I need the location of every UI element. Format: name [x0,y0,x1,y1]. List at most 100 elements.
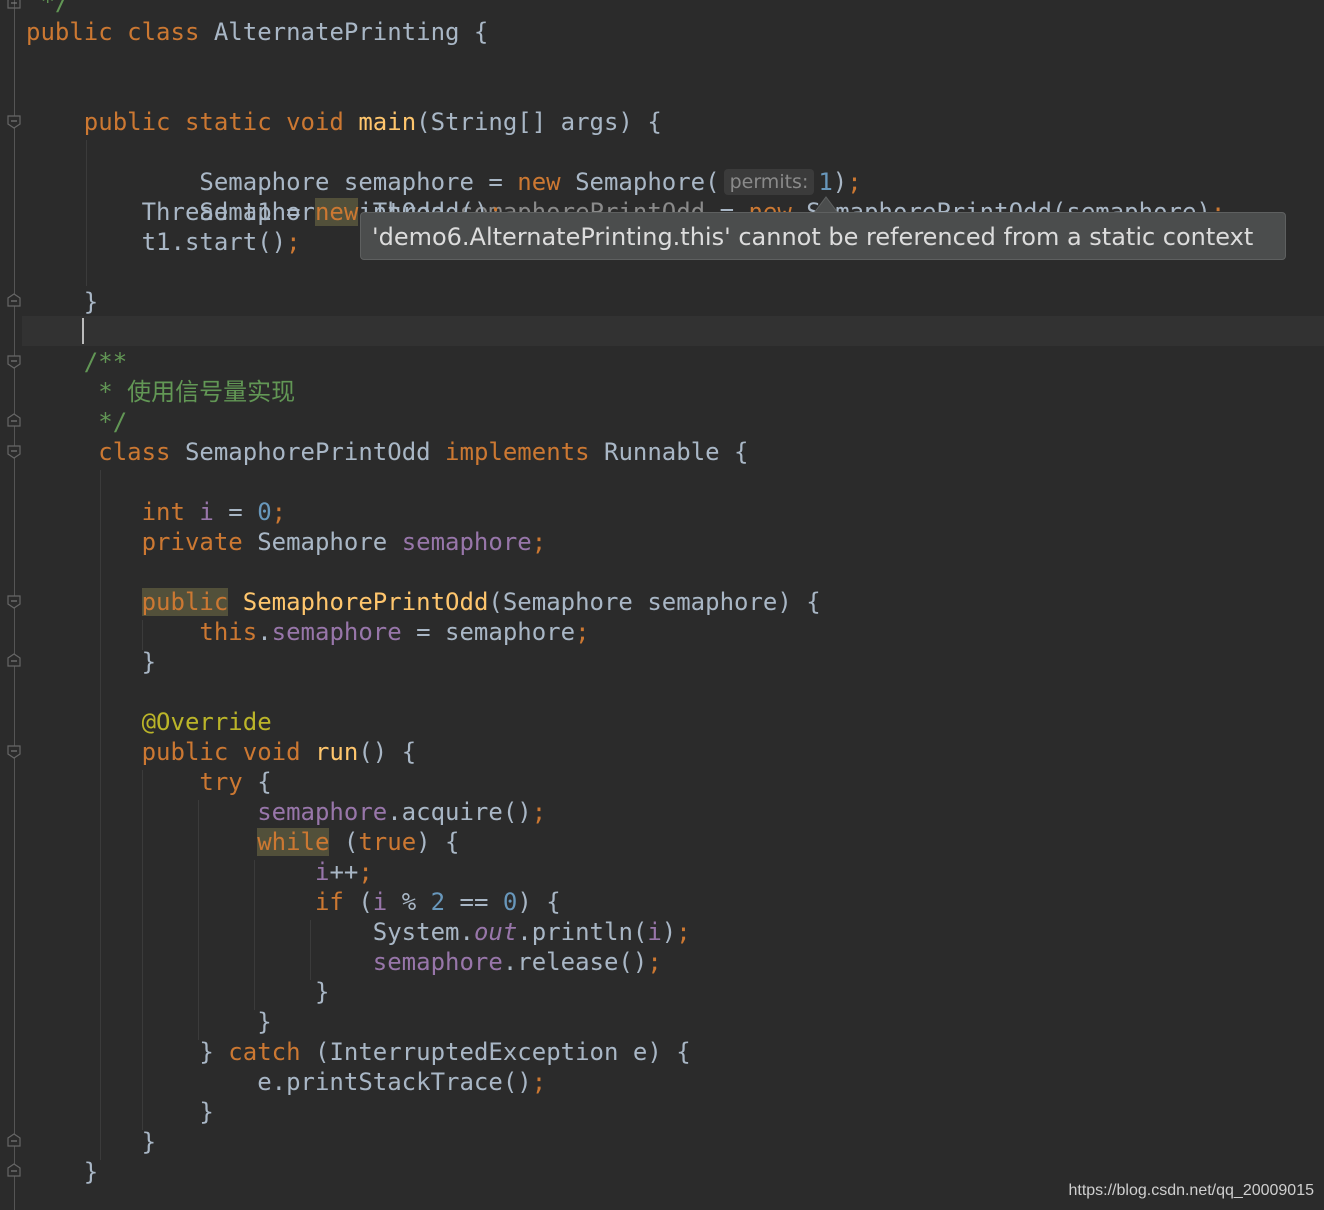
code-token: ( [329,828,359,856]
code-token: } [26,1158,99,1186]
code-line[interactable]: private Semaphore semaphore; [26,527,547,557]
code-line[interactable]: } [26,287,98,317]
code-line[interactable]: try { [26,767,271,797]
error-tooltip: 'demo6.AlternatePrinting.this' cannot be… [360,212,1286,260]
code-token: semaphore [271,618,402,646]
code-token: e.printStackTrace() [26,1068,532,1096]
code-line[interactable]: } [26,1157,98,1187]
code-line[interactable]: public SemaphorePrintOdd(Semaphore semap… [26,587,821,617]
code-token: ) [661,918,677,946]
code-token: public void [26,738,315,766]
code-token: } [26,288,99,316]
code-line[interactable]: Semaphore semaphore = new Semaphore(perm… [26,137,861,196]
code-line[interactable]: if (i % 2 == 0) { [26,887,561,917]
code-token: ; [531,798,547,826]
code-line[interactable]: } [26,1097,214,1127]
code-token: } [26,1098,214,1126]
current-line-highlight [22,316,1324,346]
code-line[interactable]: System.out.println(i); [26,917,691,947]
fold-end-icon[interactable] [6,412,22,428]
code-token: ) { [416,828,460,856]
code-token: semaphore [372,948,503,976]
code-line[interactable]: public class AlternatePrinting { [26,17,488,47]
code-token: System. [26,918,474,946]
code-line[interactable]: */ [26,407,127,437]
code-token: semaphore [401,528,532,556]
code-token: private [26,528,258,556]
code-token: ; [286,228,301,256]
code-line[interactable]: semaphore.release(); [26,947,662,977]
code-token: ++ [329,858,359,886]
fold-end-icon[interactable] [6,0,22,10]
code-token: ) { [517,888,561,916]
code-line[interactable]: } catch (InterruptedException e) { [26,1037,691,1067]
fold-end-icon[interactable] [6,1132,22,1148]
code-token: (String[] args) { [416,108,662,136]
code-line[interactable]: e.printStackTrace(); [26,1067,546,1097]
code-token: t1.start() [26,228,287,256]
code-token: i [372,888,388,916]
code-line[interactable]: int i = 0; [26,497,287,527]
code-token: % [387,888,431,916]
code-line[interactable]: } [26,1127,156,1157]
code-line[interactable]: i++; [26,857,373,887]
code-token: } [26,978,330,1006]
code-line[interactable]: @Override [26,707,272,737]
code-token: SemaphorePrintOdd [184,438,446,466]
code-token: .acquire() [387,798,532,826]
fold-start-icon[interactable] [6,444,22,460]
code-line[interactable]: * 使用信号量实现 [26,377,295,407]
fold-end-icon[interactable] [6,1162,22,1178]
code-token: i [314,858,330,886]
code-token: 0 [502,888,518,916]
code-token: implements [445,438,604,466]
code-token: } [26,1128,157,1156]
code-token: . [257,618,272,646]
code-line-error[interactable]: SemaphorePrintOdd semaphorePrintOdd = ne… [26,167,1225,226]
fold-start-icon[interactable] [6,114,22,130]
code-line[interactable]: } [26,1007,271,1037]
code-token: ; [531,528,547,556]
code-line[interactable]: class SemaphorePrintOdd implements Runna… [26,437,749,467]
code-token: public [141,588,229,616]
code-token: this [26,618,258,646]
code-token: new [314,198,359,226]
code-editor[interactable]: */ public class AlternatePrinting { publ… [0,0,1324,1210]
code-line[interactable]: this.semaphore = semaphore; [26,617,590,647]
code-line[interactable]: /** [26,347,127,377]
code-token: Thread t1 = [26,198,315,226]
code-token: catch [228,1038,315,1066]
code-line[interactable]: public static void main(String[] args) { [26,107,662,137]
code-token: int [26,498,200,526]
code-token: () { [358,738,417,766]
code-token: AlternatePrinting { [213,18,489,46]
code-line[interactable]: } [26,977,329,1007]
code-token: ; [358,858,373,886]
code-token: (InterruptedException e) { [315,1038,691,1066]
code-token: i [199,498,214,526]
code-token: 0 [257,498,272,526]
fold-start-icon[interactable] [6,594,22,610]
code-token: main [358,108,417,136]
code-token: out [473,918,518,946]
code-line[interactable]: } [26,647,156,677]
code-token: Runnable { [604,438,749,466]
code-token: ; [575,618,590,646]
fold-start-icon[interactable] [6,354,22,370]
watermark: https://blog.csdn.net/qq_20009015 [1068,1182,1314,1199]
code-token: @Override [26,708,272,736]
code-token: ; [676,918,691,946]
code-line[interactable]: public void run() { [26,737,417,767]
fold-end-icon[interactable] [6,292,22,308]
code-line[interactable]: semaphore.acquire(); [26,797,546,827]
code-token: */ [26,0,70,16]
code-line[interactable]: */ [26,0,69,17]
code-line[interactable]: t1.start(); [26,227,301,257]
code-line[interactable]: while (true) { [26,827,460,857]
code-token: 2 [430,888,446,916]
fold-start-icon[interactable] [6,744,22,760]
fold-end-icon[interactable] [6,652,22,668]
